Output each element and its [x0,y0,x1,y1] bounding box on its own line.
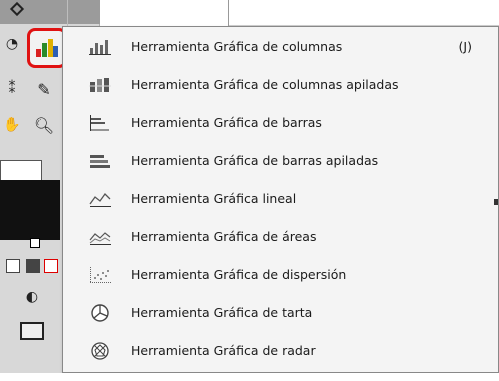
menu-item-label: Herramienta Gráfica de áreas [131,229,317,244]
menu-item-label: Herramienta Gráfica de dispersión [131,267,347,282]
screen-mode-icon[interactable] [20,322,44,340]
graph-tool-icon [36,39,58,57]
menu-item-label: Herramienta Gráfica de tarta [131,305,313,320]
bar-graph-icon [89,113,111,133]
screen-mode-row [0,320,60,344]
menu-item-label: Herramienta Gráfica de columnas apiladas [131,77,399,92]
draw-inside-icon[interactable]: ◐ [22,287,42,307]
line-graph-icon [89,189,111,209]
menu-item-label: Herramienta Gráfica de columnas [131,39,343,54]
menu-item-shortcut: (J) [458,39,472,54]
radar-graph-icon [89,341,111,361]
menu-item-label: Herramienta Gráfica lineal [131,191,297,206]
menu-item-bar-graph[interactable]: Herramienta Gráfica de barras [63,105,498,142]
menu-item-stacked-bar-graph[interactable]: Herramienta Gráfica de barras apiladas [63,143,498,180]
menu-item-column-graph[interactable]: Herramienta Gráfica de columnas (J) [63,29,498,66]
default-colors-icon[interactable] [30,238,40,248]
menu-item-label: Herramienta Gráfica de radar [131,343,316,358]
tools-panel-header [0,0,100,24]
area-graph-icon [89,227,111,247]
stroke-color-swatch[interactable] [0,180,60,240]
menu-item-line-graph[interactable]: Herramienta Gráfica lineal [63,181,498,218]
column-graph-icon [89,37,111,57]
graph-tools-flyout-menu: Herramienta Gráfica de columnas (J) Herr… [62,26,499,373]
menu-item-pie-graph[interactable]: Herramienta Gráfica de tarta [63,295,498,332]
graph-tool-button[interactable] [27,28,67,68]
menu-item-stacked-column-graph[interactable]: Herramienta Gráfica de columnas apiladas [63,67,498,104]
color-button[interactable] [6,259,20,273]
zoom-tool-icon[interactable]: 🔍︎ [32,114,56,136]
stacked-bar-graph-icon [89,151,111,171]
draw-mode-row: ◐ [0,285,60,309]
color-mode-row [0,255,60,279]
scroll-indicator [494,199,498,205]
menu-item-area-graph[interactable]: Herramienta Gráfica de áreas [63,219,498,256]
symbol-tool-icon[interactable]: ⁑ [2,78,22,100]
menu-item-label: Herramienta Gráfica de barras apiladas [131,153,379,168]
eyedropper-tool-icon[interactable]: ✎ [32,78,56,100]
bottom-margin [0,373,499,381]
menu-item-label: Herramienta Gráfica de barras [131,115,322,130]
pie-graph-icon [89,303,111,323]
canvas: ◔ ⁑ ✎ ✋ 🔍︎ ◐ Herramienta Gráfica de colu… [0,0,499,381]
stacked-column-graph-icon [89,75,111,95]
selection-tool-icon[interactable] [9,1,25,17]
none-button[interactable] [44,259,58,273]
menu-item-scatter-graph[interactable]: Herramienta Gráfica de dispersión [63,257,498,294]
rotate-tool-icon[interactable]: ◔ [2,34,22,54]
scatter-graph-icon [89,265,111,285]
hand-tool-icon[interactable]: ✋ [2,114,22,136]
gradient-button[interactable] [26,259,40,273]
canvas-top-area [228,0,499,26]
menu-item-radar-graph[interactable]: Herramienta Gráfica de radar [63,333,498,370]
